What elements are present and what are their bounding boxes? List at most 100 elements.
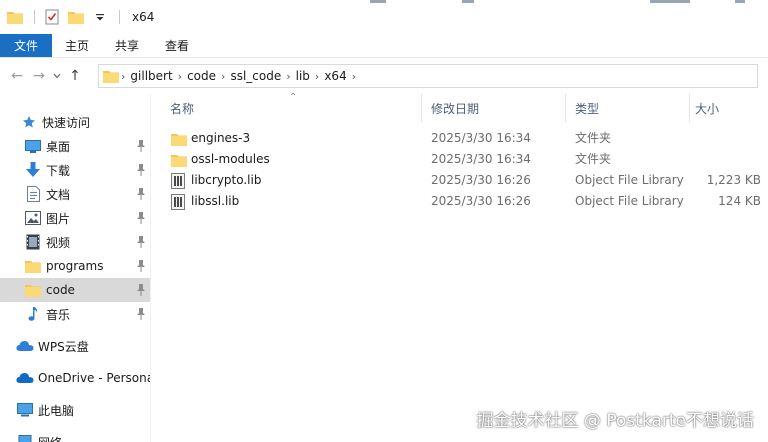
table-row[interactable]: libcrypto.lib 2025/3/30 16:26 Object Fil… xyxy=(165,170,768,191)
column-header-date[interactable]: 修改日期 xyxy=(431,94,561,122)
column-divider[interactable] xyxy=(689,94,690,122)
file-name: ossl-modules xyxy=(191,152,270,166)
sidebar-item-quick-access[interactable]: 快速访问 xyxy=(0,110,150,134)
folder-icon xyxy=(171,131,187,147)
column-header-type[interactable]: 类型 xyxy=(575,94,675,122)
sidebar-item-music[interactable]: 音乐 xyxy=(0,302,150,326)
column-header-size[interactable]: 大小 xyxy=(695,94,755,122)
sidebar-item-code[interactable]: code xyxy=(0,278,150,302)
breadcrumb-x64[interactable]: x64 xyxy=(324,69,346,83)
folder-icon xyxy=(24,257,42,275)
title-decoration xyxy=(650,0,690,3)
pane-splitter[interactable] xyxy=(150,94,151,442)
pin-icon[interactable] xyxy=(136,212,146,224)
sidebar-item-label: 文档 xyxy=(46,187,71,202)
breadcrumb-lib[interactable]: lib xyxy=(296,69,310,83)
sidebar-item-label: 下载 xyxy=(46,163,71,178)
tab-view[interactable]: 查看 xyxy=(152,34,202,57)
sidebar-item-pictures[interactable]: 图片 xyxy=(0,206,150,230)
pin-icon[interactable] xyxy=(136,308,146,320)
breadcrumb-separator[interactable]: › xyxy=(121,70,125,83)
pin-icon[interactable] xyxy=(136,140,146,152)
column-divider[interactable] xyxy=(421,94,422,122)
table-row[interactable]: engines-3 2025/3/30 16:34 文件夹 xyxy=(165,128,768,149)
table-row[interactable]: libssl.lib 2025/3/30 16:26 Object File L… xyxy=(165,191,768,212)
pin-icon[interactable] xyxy=(136,284,146,296)
sidebar-item-documents[interactable]: 文档 xyxy=(0,182,150,206)
pin-icon[interactable] xyxy=(136,236,146,248)
sidebar-item-label: programs xyxy=(46,259,104,273)
file-date: 2025/3/30 16:34 xyxy=(431,152,531,166)
file-size: 124 KB xyxy=(718,194,761,208)
breadcrumb-separator[interactable]: › xyxy=(221,70,225,83)
column-divider[interactable] xyxy=(565,94,566,122)
file-list: ⌃ 名称 修改日期 类型 大小 engines-3 2025/3/30 16:3… xyxy=(155,92,768,442)
forward-arrow-icon[interactable]: → xyxy=(28,65,50,87)
file-type: 文件夹 xyxy=(575,131,612,145)
title-decoration xyxy=(370,0,386,3)
breadcrumb-gillbert[interactable]: gillbert xyxy=(130,69,172,83)
file-name: engines-3 xyxy=(191,131,251,145)
address-bar[interactable]: › gillbert › code › ssl_code › lib › x64… xyxy=(98,64,758,88)
sidebar-item-label: 网络 xyxy=(38,434,62,442)
window-title: x64 xyxy=(132,10,155,24)
folder-icon xyxy=(103,69,119,83)
customize-dropdown-icon[interactable] xyxy=(89,6,111,28)
breadcrumb-separator[interactable]: › xyxy=(178,70,182,83)
desktop-icon xyxy=(24,137,42,155)
sidebar-item-onedrive[interactable]: OneDrive - Persona xyxy=(0,366,150,390)
navigation-pane: 快速访问 桌面 下载 文档 图片 视频 programs code 音乐 WPS… xyxy=(0,104,150,442)
onedrive-icon xyxy=(16,369,34,387)
title-bar: x64 xyxy=(0,0,768,34)
pin-icon[interactable] xyxy=(136,188,146,200)
breadcrumb-code[interactable]: code xyxy=(187,69,216,83)
sidebar-item-label: 此电脑 xyxy=(38,403,75,418)
folder-icon xyxy=(24,281,42,299)
file-size: 1,223 KB xyxy=(706,173,761,187)
sidebar-item-programs[interactable]: programs xyxy=(0,254,150,278)
sidebar-item-label: 视频 xyxy=(46,235,71,250)
lib-file-icon xyxy=(171,172,187,189)
sidebar-item-videos[interactable]: 视频 xyxy=(0,230,150,254)
file-type: 文件夹 xyxy=(575,152,612,166)
breadcrumb-separator[interactable]: › xyxy=(315,70,319,83)
tab-file[interactable]: 文件 xyxy=(0,34,53,57)
title-separator xyxy=(119,10,120,24)
file-date: 2025/3/30 16:26 xyxy=(431,173,531,187)
sidebar-item-this-pc[interactable]: 此电脑 xyxy=(0,398,150,422)
table-row[interactable]: ossl-modules 2025/3/30 16:34 文件夹 xyxy=(165,149,768,170)
download-icon xyxy=(24,161,42,179)
sidebar-item-label: code xyxy=(46,283,75,297)
sidebar-item-label: 图片 xyxy=(46,211,71,226)
sidebar-item-desktop[interactable]: 桌面 xyxy=(0,134,150,158)
lib-file-icon xyxy=(171,193,187,210)
computer-icon xyxy=(16,401,34,419)
ribbon-tabs: 文件 主页 共享 查看 xyxy=(0,34,768,58)
pin-icon[interactable] xyxy=(136,260,146,272)
pin-icon[interactable] xyxy=(136,164,146,176)
sidebar-item-network[interactable]: 网络 xyxy=(0,430,150,442)
tab-home[interactable]: 主页 xyxy=(52,34,102,57)
sidebar-item-downloads[interactable]: 下载 xyxy=(0,158,150,182)
breadcrumb-ssl-code[interactable]: ssl_code xyxy=(230,69,281,83)
music-icon xyxy=(24,305,42,323)
folder-icon[interactable] xyxy=(4,6,26,28)
properties-icon[interactable] xyxy=(41,6,63,28)
title-decoration xyxy=(735,0,745,3)
file-date: 2025/3/30 16:26 xyxy=(431,194,531,208)
back-arrow-icon[interactable]: ← xyxy=(6,65,28,87)
column-header-name[interactable]: 名称 xyxy=(170,94,420,122)
tab-share[interactable]: 共享 xyxy=(102,34,152,57)
file-date: 2025/3/30 16:34 xyxy=(431,131,531,145)
new-folder-icon[interactable] xyxy=(65,6,87,28)
sidebar-item-wps-cloud[interactable]: WPS云盘 xyxy=(0,334,150,358)
sidebar-item-label: OneDrive - Persona xyxy=(38,371,150,385)
up-arrow-icon[interactable]: ↑ xyxy=(64,65,86,87)
recent-locations-icon[interactable] xyxy=(50,65,64,87)
file-type: Object File Library xyxy=(575,173,684,187)
breadcrumb-separator[interactable]: › xyxy=(352,70,356,83)
watermark: 掘金技术社区 @ Postkarte不想说话 xyxy=(476,411,754,431)
breadcrumb-separator[interactable]: › xyxy=(286,70,290,83)
sidebar-item-label: 桌面 xyxy=(46,139,71,154)
sidebar-item-label: 音乐 xyxy=(46,307,71,322)
